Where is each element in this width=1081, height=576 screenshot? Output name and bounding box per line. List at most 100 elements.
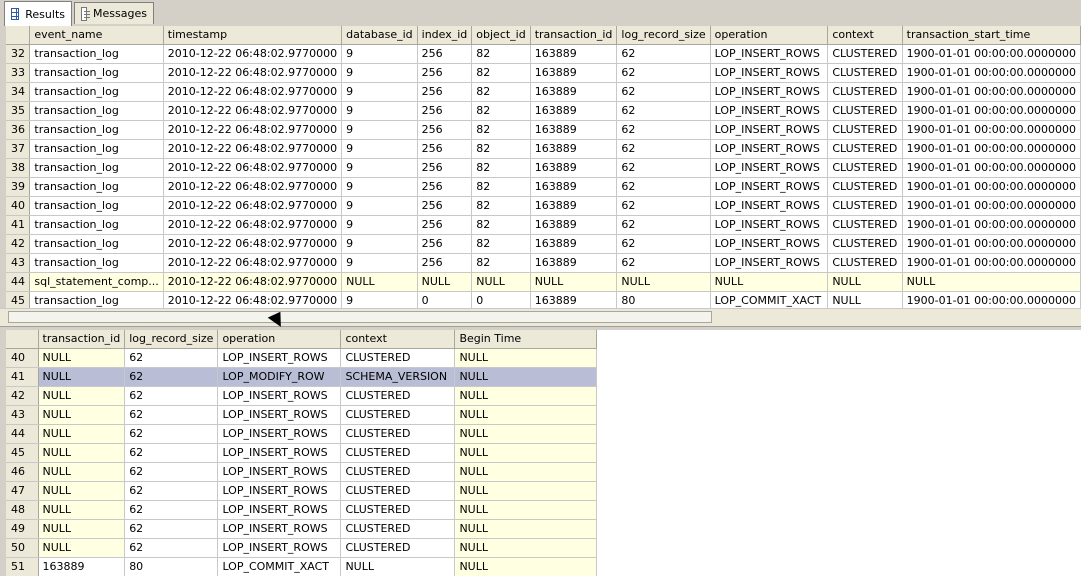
table-cell[interactable]: 9 (341, 253, 418, 273)
table-cell[interactable]: 82 (471, 139, 531, 159)
table-row[interactable]: 32 transaction_log 2010-12-22 06:48:02.977… (6, 44, 1081, 64)
table-cell[interactable]: LOP_INSERT_ROWS (217, 519, 342, 539)
table-cell[interactable]: transaction_log (29, 253, 164, 273)
table-cell[interactable]: LOP_INSERT_ROWS (217, 481, 342, 501)
table-cell[interactable]: CLUSTERED (827, 120, 903, 140)
table-row[interactable]: 41 NULL 62 LOP_MODIFY_ROW SCHEMA_VERSION NULL (6, 367, 598, 387)
table-cell[interactable]: CLUSTERED (827, 44, 903, 64)
table-cell[interactable]: 1900-01-01 00:00:00.0000000 (902, 234, 1081, 254)
table-cell[interactable]: NULL (471, 272, 531, 292)
table-cell[interactable]: 1900-01-01 00:00:00.0000000 (902, 291, 1081, 308)
table-row[interactable]: 45 NULL 62 LOP_INSERT_ROWS CLUSTERED NULL (6, 443, 598, 463)
table-cell[interactable]: 9 (341, 215, 418, 235)
table-cell[interactable]: 163889 (38, 557, 126, 576)
row-number[interactable]: 38 (6, 158, 31, 178)
table-cell[interactable]: 163889 (530, 120, 618, 140)
table-cell[interactable]: 9 (341, 120, 418, 140)
table-cell[interactable]: CLUSTERED (340, 500, 456, 520)
table-cell[interactable]: LOP_INSERT_ROWS (710, 234, 829, 254)
table-cell[interactable]: LOP_INSERT_ROWS (710, 44, 829, 64)
table-cell[interactable]: 9 (341, 196, 418, 216)
table-cell[interactable]: 82 (471, 196, 531, 216)
table-cell[interactable]: 62 (616, 120, 711, 140)
tab-messages[interactable]: Messages (74, 2, 154, 24)
column-header[interactable]: operation (710, 26, 829, 45)
row-number[interactable]: 35 (6, 101, 31, 121)
table-row[interactable]: 47 NULL 62 LOP_INSERT_ROWS CLUSTERED NULL (6, 481, 598, 501)
table-cell[interactable]: CLUSTERED (340, 481, 456, 501)
table-cell[interactable]: 2010-12-22 06:48:02.9770000 (163, 234, 343, 254)
table-cell[interactable]: 82 (471, 177, 531, 197)
table-cell[interactable]: LOP_INSERT_ROWS (710, 215, 829, 235)
table-cell[interactable]: CLUSTERED (827, 101, 903, 121)
table-cell[interactable]: CLUSTERED (827, 158, 903, 178)
table-cell[interactable]: NULL (454, 424, 598, 444)
row-number[interactable]: 34 (6, 82, 31, 102)
table-cell[interactable]: 62 (124, 500, 219, 520)
table-cell[interactable]: 1900-01-01 00:00:00.0000000 (902, 101, 1081, 121)
table-cell[interactable]: transaction_log (29, 120, 164, 140)
table-cell[interactable]: 256 (417, 44, 473, 64)
table-cell[interactable]: LOP_INSERT_ROWS (710, 101, 829, 121)
table-cell[interactable]: 82 (471, 158, 531, 178)
table-cell[interactable]: 9 (341, 291, 418, 308)
table-row[interactable]: 38 transaction_log 2010-12-22 06:48:02.977… (6, 158, 1081, 178)
table-cell[interactable]: 62 (616, 253, 711, 273)
table-cell[interactable]: 9 (341, 44, 418, 64)
table-cell[interactable]: NULL (38, 405, 126, 425)
row-number[interactable]: 36 (6, 120, 31, 140)
table-row[interactable]: 42 transaction_log 2010-12-22 06:48:02.977… (6, 234, 1081, 254)
table-row[interactable]: 33 transaction_log 2010-12-22 06:48:02.977… (6, 63, 1081, 83)
table-cell[interactable]: 256 (417, 63, 473, 83)
column-header[interactable]: event_name (29, 26, 164, 45)
column-header[interactable]: database_id (341, 26, 418, 45)
table-cell[interactable]: 62 (616, 158, 711, 178)
table-cell[interactable]: 9 (341, 177, 418, 197)
column-header[interactable]: timestamp (163, 26, 343, 45)
row-number[interactable]: 47 (6, 481, 39, 501)
row-number[interactable]: 46 (6, 462, 39, 482)
table-row[interactable]: 44 NULL 62 LOP_INSERT_ROWS CLUSTERED NULL (6, 424, 598, 444)
table-cell[interactable]: CLUSTERED (827, 253, 903, 273)
table-cell[interactable]: LOP_INSERT_ROWS (710, 196, 829, 216)
table-cell[interactable]: 62 (616, 139, 711, 159)
column-header[interactable]: transaction_start_time (902, 26, 1081, 45)
table-cell[interactable]: 62 (616, 82, 711, 102)
table-cell[interactable]: 163889 (530, 101, 618, 121)
table-cell[interactable]: 62 (616, 101, 711, 121)
table-cell[interactable]: transaction_log (29, 196, 164, 216)
table-cell[interactable]: 163889 (530, 158, 618, 178)
table-cell[interactable]: NULL (454, 348, 598, 368)
table-cell[interactable]: 62 (124, 519, 219, 539)
table-row[interactable]: 46 NULL 62 LOP_INSERT_ROWS CLUSTERED NULL (6, 462, 598, 482)
table-cell[interactable]: 163889 (530, 63, 618, 83)
table-cell[interactable]: sql_statement_comp... (29, 272, 164, 292)
table-cell[interactable]: NULL (38, 424, 126, 444)
table-cell[interactable]: LOP_INSERT_ROWS (217, 538, 342, 558)
table-cell[interactable]: 62 (124, 481, 219, 501)
table-cell[interactable]: 256 (417, 158, 473, 178)
table-cell[interactable]: 82 (471, 120, 531, 140)
column-header[interactable]: object_id (471, 26, 531, 45)
table-row[interactable]: 43 NULL 62 LOP_INSERT_ROWS CLUSTERED NULL (6, 405, 598, 425)
row-number[interactable]: 43 (6, 405, 39, 425)
table-cell[interactable]: 163889 (530, 44, 618, 64)
table-cell[interactable]: 82 (471, 234, 531, 254)
table-cell[interactable]: 9 (341, 139, 418, 159)
table-cell[interactable]: 62 (616, 177, 711, 197)
table-cell[interactable]: NULL (340, 557, 456, 576)
table-cell[interactable]: CLUSTERED (340, 348, 456, 368)
tab-results[interactable]: Results (4, 1, 72, 26)
table-cell[interactable]: NULL (38, 519, 126, 539)
table-cell[interactable]: CLUSTERED (340, 386, 456, 406)
table-cell[interactable]: NULL (38, 500, 126, 520)
table-cell[interactable]: 256 (417, 234, 473, 254)
top-horizontal-scrollbar[interactable] (0, 308, 1081, 326)
table-cell[interactable]: 9 (341, 63, 418, 83)
table-cell[interactable]: 62 (616, 234, 711, 254)
table-cell[interactable]: LOP_INSERT_ROWS (710, 120, 829, 140)
table-cell[interactable]: NULL (454, 538, 598, 558)
column-header[interactable]: transaction_id (530, 26, 618, 45)
table-cell[interactable]: 256 (417, 101, 473, 121)
column-header[interactable]: Begin Time (454, 330, 598, 349)
